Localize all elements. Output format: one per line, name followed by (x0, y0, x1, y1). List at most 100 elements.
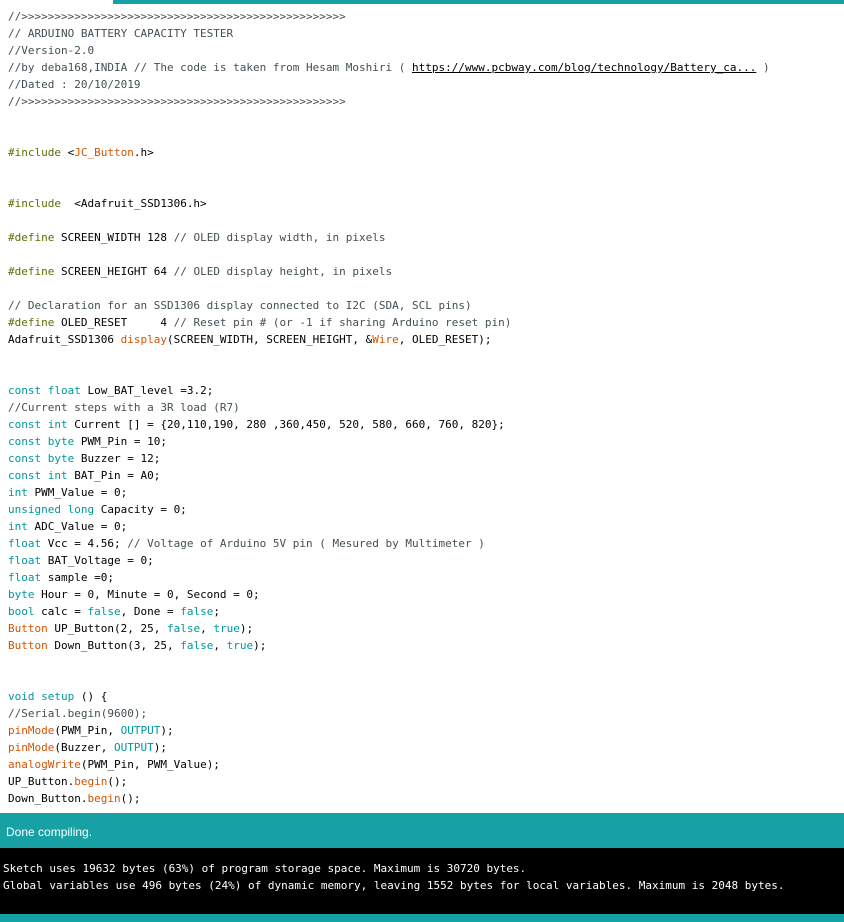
code-line: #define SCREEN_WIDTH 128 // OLED display… (8, 229, 386, 246)
code-text: (PWM_Pin, PWM_Value); (80, 758, 220, 771)
literal-token: true (213, 622, 240, 635)
code-line: //Serial.begin(9600); (8, 707, 148, 720)
code-line: //>>>>>>>>>>>>>>>>>>>>>>>>>>>>>>>>>>>>>>… (8, 10, 346, 23)
type-token: int (8, 486, 28, 499)
literal-token: OUTPUT (113, 741, 154, 754)
code-comment: // Voltage of Arduino 5V pin ( Mesured b… (127, 537, 485, 550)
code-line: analogWrite(PWM_Pin, PWM_Value); (8, 756, 220, 773)
code-line: int PWM_Value = 0; (8, 484, 127, 501)
code-text: UP_Button(2, 25, (47, 622, 167, 635)
class-token: Button (8, 622, 48, 635)
code-line: #define OLED_RESET 4 // Reset pin # (or … (8, 314, 511, 331)
code-line: #include <Adafruit_SSD1306.h> (8, 195, 207, 212)
code-text: PWM_Pin = 10; (74, 435, 167, 448)
console-line: Global variables use 496 bytes (24%) of … (3, 879, 785, 892)
type-token: const byte (8, 435, 75, 448)
code-text: (Buzzer, (54, 741, 114, 754)
code-line: //Version-2.0 (8, 44, 95, 57)
literal-token: false (166, 622, 201, 635)
code-comment: // OLED display height, in pixels (173, 265, 393, 278)
code-text: .h> (133, 146, 154, 159)
code-line: //>>>>>>>>>>>>>>>>>>>>>>>>>>>>>>>>>>>>>>… (8, 95, 346, 108)
literal-token: OUTPUT (120, 724, 161, 737)
code-editor[interactable]: //>>>>>>>>>>>>>>>>>>>>>>>>>>>>>>>>>>>>>>… (0, 4, 844, 813)
code-text: (); (120, 792, 141, 805)
type-token: const int (8, 469, 68, 482)
code-line: #define SCREEN_HEIGHT 64 // OLED display… (8, 263, 392, 280)
type-token: void (8, 690, 35, 703)
type-token: float (8, 571, 42, 584)
preprocessor-token: #include (8, 197, 61, 210)
type-token: float (8, 554, 42, 567)
code-line: //Dated : 20/10/2019 (8, 78, 141, 91)
function-token: pinMode (8, 741, 55, 754)
code-line: const float Low_BAT_level =3.2; (8, 382, 213, 399)
code-line: #include <JC_Button.h> (8, 144, 154, 161)
code-line: Button Down_Button(3, 25, false, true); (8, 637, 266, 654)
code-line: Adafruit_SSD1306 display(SCREEN_WIDTH, S… (8, 331, 491, 348)
code-comment: // Reset pin # (or -1 if sharing Arduino… (173, 316, 512, 329)
code-link[interactable]: https://www.pcbway.com/blog/technology/B… (412, 61, 756, 74)
code-line: bool calc = false, Done = false; (8, 603, 220, 620)
function-token: begin (74, 775, 108, 788)
code-text: Adafruit_SSD1306 (8, 333, 121, 346)
type-token: const int (8, 418, 68, 431)
code-text: SCREEN_HEIGHT 64 (54, 265, 174, 278)
code-line: Button UP_Button(2, 25, false, true); (8, 620, 253, 637)
type-token: float (8, 537, 42, 550)
code-text: Current [] = {20,110,190, 280 ,360,450, … (67, 418, 505, 431)
code-line: void setup () { (8, 688, 107, 705)
code-text: <Adafruit_SSD1306.h> (60, 197, 207, 210)
code-text: , OLED_RESET); (398, 333, 492, 346)
code-text: Buzzer = 12; (74, 452, 161, 465)
function-token: begin (87, 792, 121, 805)
function-token: Wire (372, 333, 399, 346)
code-text: //by deba168,INDIA // The code is taken … (8, 61, 412, 74)
type-token: byte (8, 588, 35, 601)
code-text: , (213, 639, 227, 652)
code-text: ; (213, 605, 220, 618)
code-line: pinMode(PWM_Pin, OUTPUT); (8, 722, 174, 739)
code-line: //by deba168,INDIA // The code is taken … (8, 59, 770, 76)
code-text: sample =0; (41, 571, 114, 584)
code-comment: // OLED display width, in pixels (173, 231, 386, 244)
code-line: byte Hour = 0, Minute = 0, Second = 0; (8, 586, 260, 603)
code-text: PWM_Value = 0; (27, 486, 128, 499)
preprocessor-token: #define (8, 265, 55, 278)
code-text: , Done = (120, 605, 181, 618)
code-text: ); (239, 622, 254, 635)
code-text: ) (756, 61, 770, 74)
code-text: Down_Button(3, 25, (47, 639, 181, 652)
function-token: pinMode (8, 724, 55, 737)
code-line: float BAT_Voltage = 0; (8, 552, 154, 569)
code-text: ADC_Value = 0; (27, 520, 128, 533)
literal-token: false (87, 605, 121, 618)
code-line: float sample =0; (8, 569, 114, 586)
type-token: bool (8, 605, 35, 618)
bottom-status-strip (0, 914, 844, 922)
code-line: const int BAT_Pin = A0; (8, 467, 160, 484)
output-console[interactable]: Sketch uses 19632 bytes (63%) of program… (0, 848, 844, 914)
code-text: , (200, 622, 214, 635)
literal-token: false (180, 639, 214, 652)
code-line: const byte Buzzer = 12; (8, 450, 160, 467)
code-text: ); (253, 639, 267, 652)
code-text: (PWM_Pin, (54, 724, 121, 737)
preprocessor-token: #define (8, 231, 55, 244)
type-token: unsigned long (8, 503, 95, 516)
type-token: const byte (8, 452, 75, 465)
code-text: Vcc = 4.56; (41, 537, 128, 550)
code-text: OLED_RESET 4 (54, 316, 174, 329)
code-text: () { (74, 690, 108, 703)
code-text: UP_Button. (8, 775, 75, 788)
function-token: analogWrite (8, 758, 81, 771)
code-line: //Current steps with a 3R load (R7) (8, 401, 240, 414)
code-text: Hour = 0, Minute = 0, Second = 0; (34, 588, 260, 601)
status-message: Done compiling. (6, 825, 93, 839)
code-text: ); (160, 724, 174, 737)
code-text: BAT_Pin = A0; (67, 469, 161, 482)
literal-token: true (226, 639, 254, 652)
library-token: JC_Button (74, 146, 134, 159)
function-token: setup (41, 690, 75, 703)
type-token: const float (8, 384, 81, 397)
